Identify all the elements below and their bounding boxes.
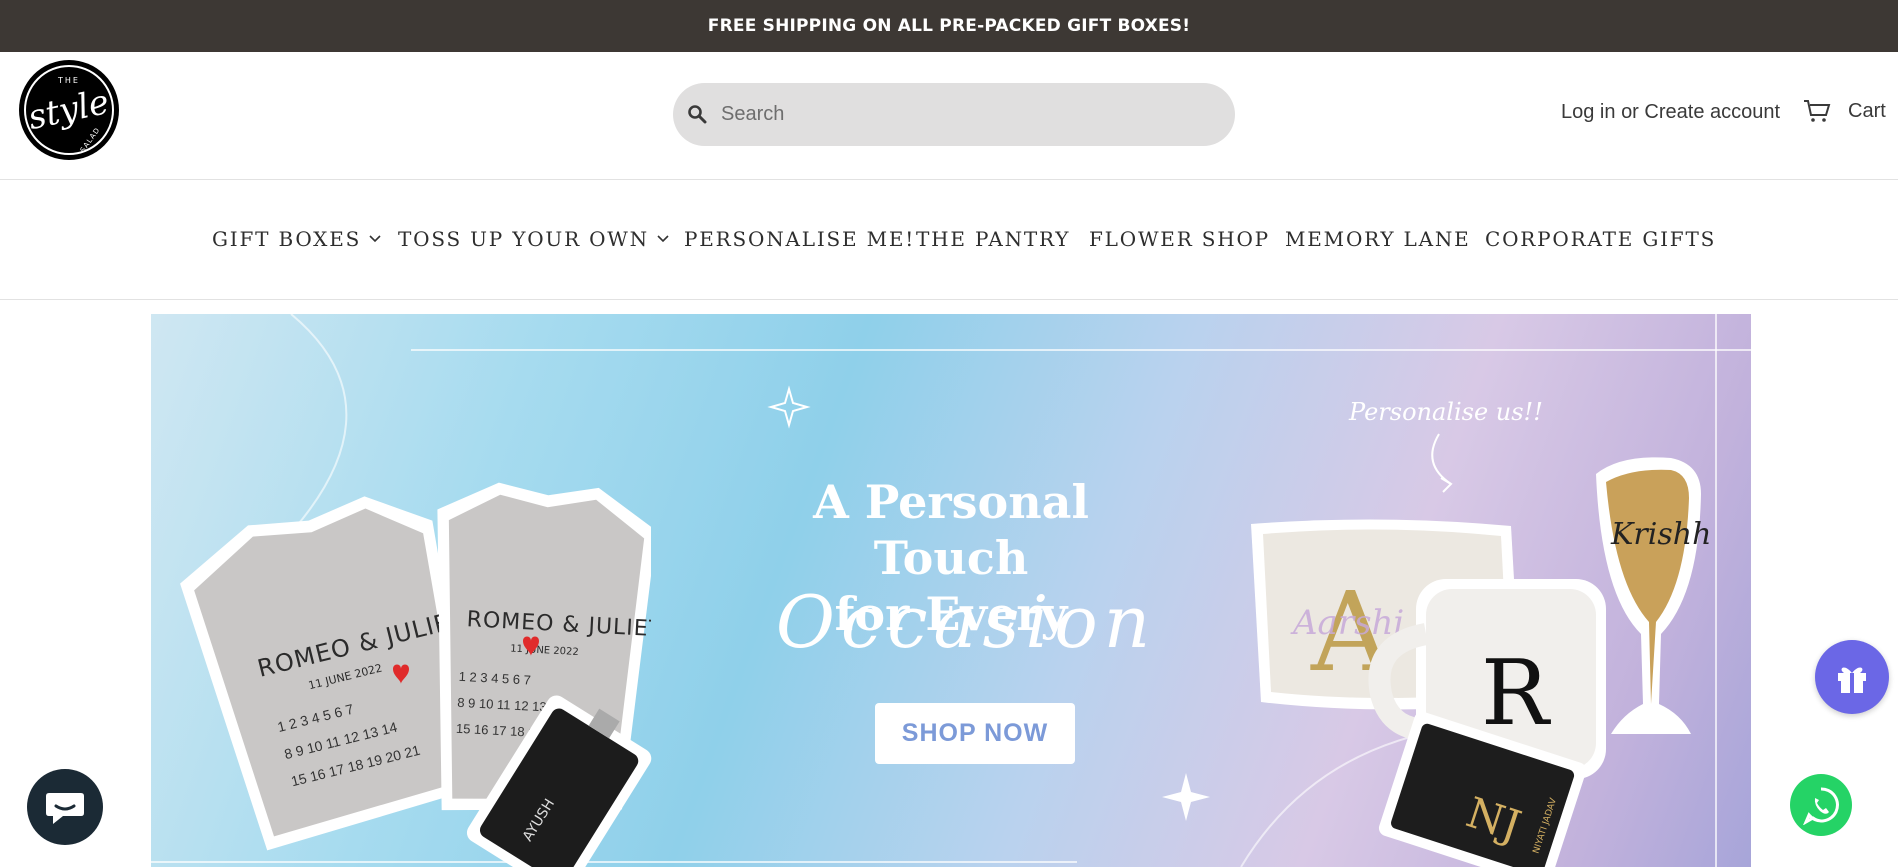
account-separator: or	[1621, 101, 1639, 123]
pouch-name: Aarshi	[1290, 603, 1404, 643]
main-nav: GIFT BOXES TOSS UP YOUR OWN PERSONALISE …	[0, 180, 1898, 300]
nav-corporate-gifts[interactable]: CORPORATE GIFTS	[1485, 227, 1716, 251]
hero-title-line1: A Personal Touch	[813, 475, 1089, 585]
announcement-text: FREE SHIPPING ON ALL PRE-PACKED GIFT BOX…	[707, 16, 1191, 36]
search-input[interactable]	[711, 83, 1231, 146]
gift-icon	[1838, 667, 1866, 693]
nav-label: FLOWER SHOP	[1089, 227, 1270, 251]
shop-now-button[interactable]: SHOP NOW	[875, 703, 1075, 764]
nav-gift-boxes[interactable]: GIFT BOXES	[212, 227, 381, 251]
chevron-down-icon	[369, 235, 381, 243]
sparkle-icon	[767, 385, 811, 429]
nav-label: THE PANTRY	[916, 227, 1071, 251]
nav-flower-shop[interactable]: FLOWER SHOP	[1089, 227, 1270, 251]
wine-glass: Krishh	[1596, 457, 1711, 734]
cart-link[interactable]: Cart	[1803, 99, 1886, 123]
nav-label: CORPORATE GIFTS	[1485, 227, 1717, 251]
nav-label: MEMORY LANE	[1285, 227, 1471, 251]
hero-banner[interactable]: ROMEO & JULIET 11 JUNE 2022 1 2 3 4 5 6 …	[151, 314, 1751, 867]
nav-memory-lane[interactable]: MEMORY LANE	[1285, 227, 1471, 251]
cart-icon[interactable]	[1803, 99, 1831, 123]
nav-toss-up-your-own[interactable]: TOSS UP YOUR OWN	[398, 227, 669, 251]
rewards-button[interactable]	[1815, 640, 1889, 714]
search-icon[interactable]	[687, 104, 707, 124]
mug-letter: R	[1481, 641, 1551, 746]
nav-label: GIFT BOXES	[212, 227, 362, 251]
nav-personalise-me[interactable]: PERSONALISE ME!	[684, 227, 915, 251]
glass-name: Krishh	[1610, 517, 1711, 552]
login-link[interactable]: Log in	[1561, 101, 1616, 123]
whatsapp-button[interactable]	[1790, 774, 1852, 836]
chat-button[interactable]	[27, 769, 103, 845]
site-header: THE style SALAD Log in or Create account…	[0, 52, 1898, 180]
nav-label: TOSS UP YOUR OWN	[398, 227, 649, 251]
flask-illustration: AYUSH	[466, 695, 652, 867]
whatsapp-icon	[1803, 787, 1839, 825]
nav-label: PERSONALISE ME!	[684, 227, 916, 251]
announcement-bar: FREE SHIPPING ON ALL PRE-PACKED GIFT BOX…	[0, 0, 1898, 52]
personalise-note: Personalise us!!	[1349, 398, 1543, 426]
logo[interactable]: THE style SALAD	[19, 60, 119, 160]
chat-bubble-icon	[46, 793, 84, 824]
chevron-down-icon	[657, 235, 669, 243]
cart-label: Cart	[1848, 99, 1886, 122]
create-account-link[interactable]: Create account	[1644, 101, 1780, 123]
nav-the-pantry[interactable]: THE PANTRY	[916, 227, 1070, 251]
sparkle-icon	[1162, 773, 1210, 821]
search-bar[interactable]	[673, 83, 1235, 146]
hero-script-word: Occasion	[775, 580, 1157, 664]
account-links: Log in or Create account	[1561, 101, 1780, 124]
products-illustration: A Aarshi Krishh R NJ NIYATI JADAV	[1251, 457, 1711, 867]
